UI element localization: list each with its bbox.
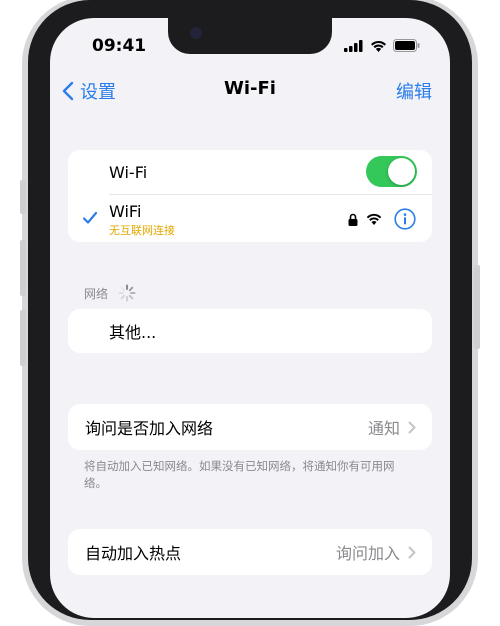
battery-icon [393,39,420,52]
network-name: WiFi [109,202,142,221]
ask-join-row[interactable]: 询问是否加入网络 通知 [68,404,432,450]
wifi-status-icon [371,40,386,52]
ask-join-detail: 通知 [368,415,416,439]
status-time: 09:41 [92,36,147,56]
phone-volume-up-button [20,240,26,296]
wifi-group: Wi-Fi WiFi 无互联网连接 [68,150,432,242]
page-title: Wi-Fi [224,78,276,99]
other-network-row[interactable]: 其他... [68,309,432,353]
auto-hotspot-detail: 询问加入 [336,540,416,564]
loading-spinner-icon [118,284,136,302]
wifi-toggle-label: Wi-Fi [109,162,148,182]
phone-volume-down-button [20,310,26,366]
info-icon[interactable] [394,208,416,230]
wifi-toggle-switch[interactable] [366,156,417,187]
chevron-right-icon [408,421,416,433]
notch [168,18,332,54]
ask-join-footnote: 将自动加入已知网络。如果没有已知网络，将通知你有可用网络。 [84,459,395,490]
connected-network-row[interactable]: WiFi 无互联网连接 [68,195,432,242]
network-status: 无互联网连接 [109,224,175,237]
phone-power-button [474,265,480,349]
checkmark-icon [82,211,98,224]
auto-hotspot-value: 询问加入 [335,544,400,563]
phone-side-button [20,180,26,214]
networks-group: 其他... [68,309,432,353]
edit-button[interactable]: 编辑 [396,78,432,104]
status-icons [344,39,420,52]
toggle-knob [388,158,415,185]
front-camera [190,27,202,39]
networks-section-header: 网络 [84,284,136,302]
ask-join-group: 询问是否加入网络 通知 [68,404,432,450]
other-network-label: 其他... [109,323,157,342]
auto-hotspot-group: 自动加入热点 询问加入 [68,529,432,575]
wifi-no-internet-icon [366,213,382,225]
auto-hotspot-label: 自动加入热点 [85,544,182,563]
networks-header-label: 网络 [84,286,109,301]
lock-icon [348,213,358,226]
ask-join-label: 询问是否加入网络 [85,419,214,438]
wifi-toggle-row: Wi-Fi [68,150,432,194]
auto-hotspot-row[interactable]: 自动加入热点 询问加入 [68,529,432,575]
ask-join-value: 通知 [367,419,400,438]
chevron-right-icon [408,546,416,558]
phone-screen: 09:41 设置 Wi-Fi 编辑 Wi-Fi WiFi 无互联网连接 网络 其… [50,18,450,618]
cellular-signal-icon [344,39,363,52]
